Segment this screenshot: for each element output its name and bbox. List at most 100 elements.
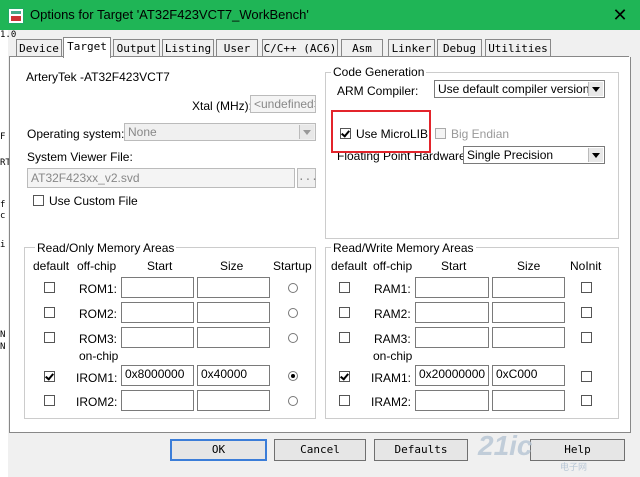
ro-header-offchip: off-chip [77,259,117,273]
ram3-start-input[interactable] [415,327,489,348]
irom1-default-checkbox[interactable] [44,371,55,382]
iram1-start-input[interactable]: 0x20000000 [415,365,489,386]
tab-linker[interactable]: Linker [388,39,435,57]
rom3-startup-radio[interactable] [288,333,298,343]
tab-user[interactable]: User [216,39,258,57]
ram3-default-checkbox[interactable] [339,332,350,343]
tab-utilities[interactable]: Utilities [485,39,551,57]
rom1-startup-radio[interactable] [288,283,298,293]
tab-listing[interactable]: Listing [162,39,214,57]
site-watermark-sub: 电子网 [560,462,588,472]
fp-hardware-value: Single Precision [467,148,554,162]
readonly-memory-title: Read/Only Memory Areas [35,241,177,255]
annotation-highlight-box [331,110,431,153]
background-text-fragment: F [0,132,6,142]
rom1-size-input[interactable] [197,277,270,298]
rom2-default-checkbox[interactable] [44,307,55,318]
ram2-size-input[interactable] [492,302,565,323]
rw-header-default: default [331,259,368,273]
xtal-input[interactable]: <undefined> [250,95,316,113]
compiler-label: ARM Compiler: [337,84,419,98]
background-text-fragment: N [0,342,6,352]
svd-input[interactable]: AT32F423xx_v2.svd [27,168,295,188]
ram3-size-input[interactable] [492,327,565,348]
irom2-default-checkbox[interactable] [44,395,55,406]
ram2-start-input[interactable] [415,302,489,323]
os-value: None [128,125,157,139]
cancel-button[interactable]: Cancel [274,439,366,461]
irom2-start-input[interactable] [121,390,194,411]
rom3-start-input[interactable] [121,327,194,348]
background-editor-strip [0,30,8,477]
os-select[interactable]: None [124,123,316,141]
rom1-start-input[interactable] [121,277,194,298]
background-text-fragment: 1.0 [0,30,17,40]
ro-onchip-label: on-chip [79,349,119,363]
iram2-start-input[interactable] [415,390,489,411]
iram2-size-input[interactable] [492,390,565,411]
compiler-select[interactable]: Use default compiler version 6 [434,80,605,98]
compiler-value: Use default compiler version 6 [438,82,600,96]
site-watermark: 21ic [478,430,533,461]
rw-header-size: Size [517,259,541,273]
custom-file-label: Use Custom File [49,194,138,208]
browse-svd-button[interactable]: ... [297,168,318,188]
svd-label: System Viewer File: [27,150,133,164]
ram1-default-checkbox[interactable] [339,282,350,293]
ram2-label: RAM2: [374,307,411,321]
irom1-size-input[interactable]: 0x40000 [197,365,270,386]
rw-header-noinit: NoInit [570,259,602,273]
tab-c-cpp[interactable]: C/C++ (AC6) [262,39,338,57]
chevron-down-icon [299,125,314,139]
ram3-noinit-checkbox[interactable] [581,332,592,343]
background-text-fragment: i [0,240,6,250]
tab-asm[interactable]: Asm [341,39,383,57]
rom1-label: ROM1: [79,282,118,296]
custom-file-checkbox[interactable] [33,195,44,206]
ro-header-start: Start [147,259,173,273]
tab-output[interactable]: Output [113,39,160,57]
ro-header-default: default [33,259,70,273]
irom2-label: IROM2: [76,395,118,409]
ram1-size-input[interactable] [492,277,565,298]
code-generation-title: Code Generation [331,65,427,79]
iram2-default-checkbox[interactable] [339,395,350,406]
iram1-size-input[interactable]: 0xC000 [492,365,565,386]
iram2-noinit-checkbox[interactable] [581,395,592,406]
iram1-noinit-checkbox[interactable] [581,371,592,382]
chevron-down-icon [588,148,603,162]
ram1-noinit-checkbox[interactable] [581,282,592,293]
irom1-startup-radio[interactable] [288,371,298,381]
fp-hardware-select[interactable]: Single Precision [463,146,605,164]
tab-target[interactable]: Target [63,37,111,58]
tab-device[interactable]: Device [16,39,62,57]
ram2-noinit-checkbox[interactable] [581,307,592,318]
iram2-label: IRAM2: [371,395,412,409]
ro-header-startup: Startup [273,259,312,273]
irom2-startup-radio[interactable] [288,396,298,406]
irom1-start-input[interactable]: 0x8000000 [121,365,194,386]
window-title: Options for Target 'AT32F423VCT7_WorkBen… [30,7,309,22]
defaults-button[interactable]: Defaults [374,439,468,461]
rom3-label: ROM3: [79,332,118,346]
big-endian-checkbox[interactable] [435,128,446,139]
rw-onchip-label: on-chip [373,349,413,363]
rom3-default-checkbox[interactable] [44,332,55,343]
rom1-default-checkbox[interactable] [44,282,55,293]
ram2-default-checkbox[interactable] [339,307,350,318]
ram1-start-input[interactable] [415,277,489,298]
iram1-default-checkbox[interactable] [339,371,350,382]
irom2-size-input[interactable] [197,390,270,411]
ram3-label: RAM3: [374,332,411,346]
title-bar[interactable]: Options for Target 'AT32F423VCT7_WorkBen… [0,0,640,30]
ok-button[interactable]: OK [170,439,267,461]
close-icon[interactable]: ✕ [600,0,640,30]
app-icon [8,8,24,24]
rom2-start-input[interactable] [121,302,194,323]
rom2-startup-radio[interactable] [288,308,298,318]
tab-debug[interactable]: Debug [437,39,482,57]
rom2-size-input[interactable] [197,302,270,323]
rom3-size-input[interactable] [197,327,270,348]
background-text-fragment: c [0,211,6,221]
background-text-fragment: f [0,200,6,210]
